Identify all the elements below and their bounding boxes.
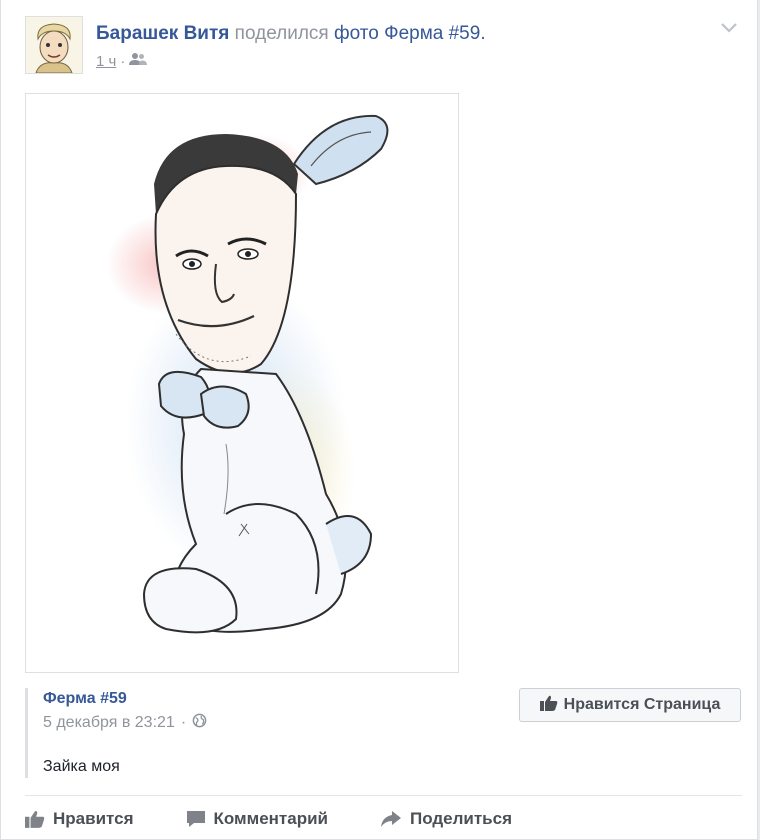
shared-meta: 5 декабря в 23:21 · <box>43 713 207 733</box>
thumbs-up-icon <box>539 695 558 716</box>
globe-icon[interactable] <box>192 713 207 733</box>
shared-date[interactable]: 5 декабря в 23:21 <box>43 714 175 732</box>
author-avatar[interactable] <box>25 16 83 74</box>
post-card: Барашек Витя поделился фото Ферма #59. 1… <box>0 0 758 840</box>
meta-separator: · <box>120 52 126 70</box>
post-actions-bar: Нравится Комментарий Поделиться <box>25 806 564 832</box>
comment-label: Комментарий <box>213 809 328 828</box>
thumbs-up-icon <box>25 810 45 828</box>
post-action: поделился <box>234 23 329 44</box>
share-label: Поделиться <box>409 809 513 828</box>
shared-page-name[interactable]: Ферма #59 <box>43 690 127 708</box>
post-meta: 1 ч · <box>96 52 148 70</box>
friends-icon[interactable] <box>129 52 148 70</box>
actions-divider <box>25 795 742 796</box>
share-button[interactable]: Поделиться <box>380 806 512 832</box>
header-period: . <box>480 23 486 44</box>
shared-meta-separator: · <box>180 714 187 731</box>
post-header: Барашек Витя поделился фото Ферма #59. <box>96 22 486 46</box>
like-button[interactable]: Нравится <box>25 806 134 832</box>
like-label: Нравится <box>53 809 134 828</box>
like-page-label: Нравится Страница <box>563 696 721 713</box>
comment-icon <box>186 810 206 828</box>
comment-button[interactable]: Комментарий <box>186 806 328 832</box>
chevron-down-icon[interactable] <box>719 20 739 36</box>
post-object-link[interactable]: фото <box>334 23 379 44</box>
shared-post-text: Зайка моя <box>43 758 120 775</box>
post-target-link[interactable]: Ферма #59 <box>384 23 480 44</box>
like-page-button[interactable]: Нравится Страница <box>519 688 741 722</box>
share-arrow-icon <box>380 810 402 828</box>
post-time[interactable]: 1 ч <box>96 53 116 70</box>
bunny-sketch-image <box>106 114 389 634</box>
author-name[interactable]: Барашек Витя <box>96 23 229 44</box>
post-photo[interactable] <box>25 93 459 673</box>
